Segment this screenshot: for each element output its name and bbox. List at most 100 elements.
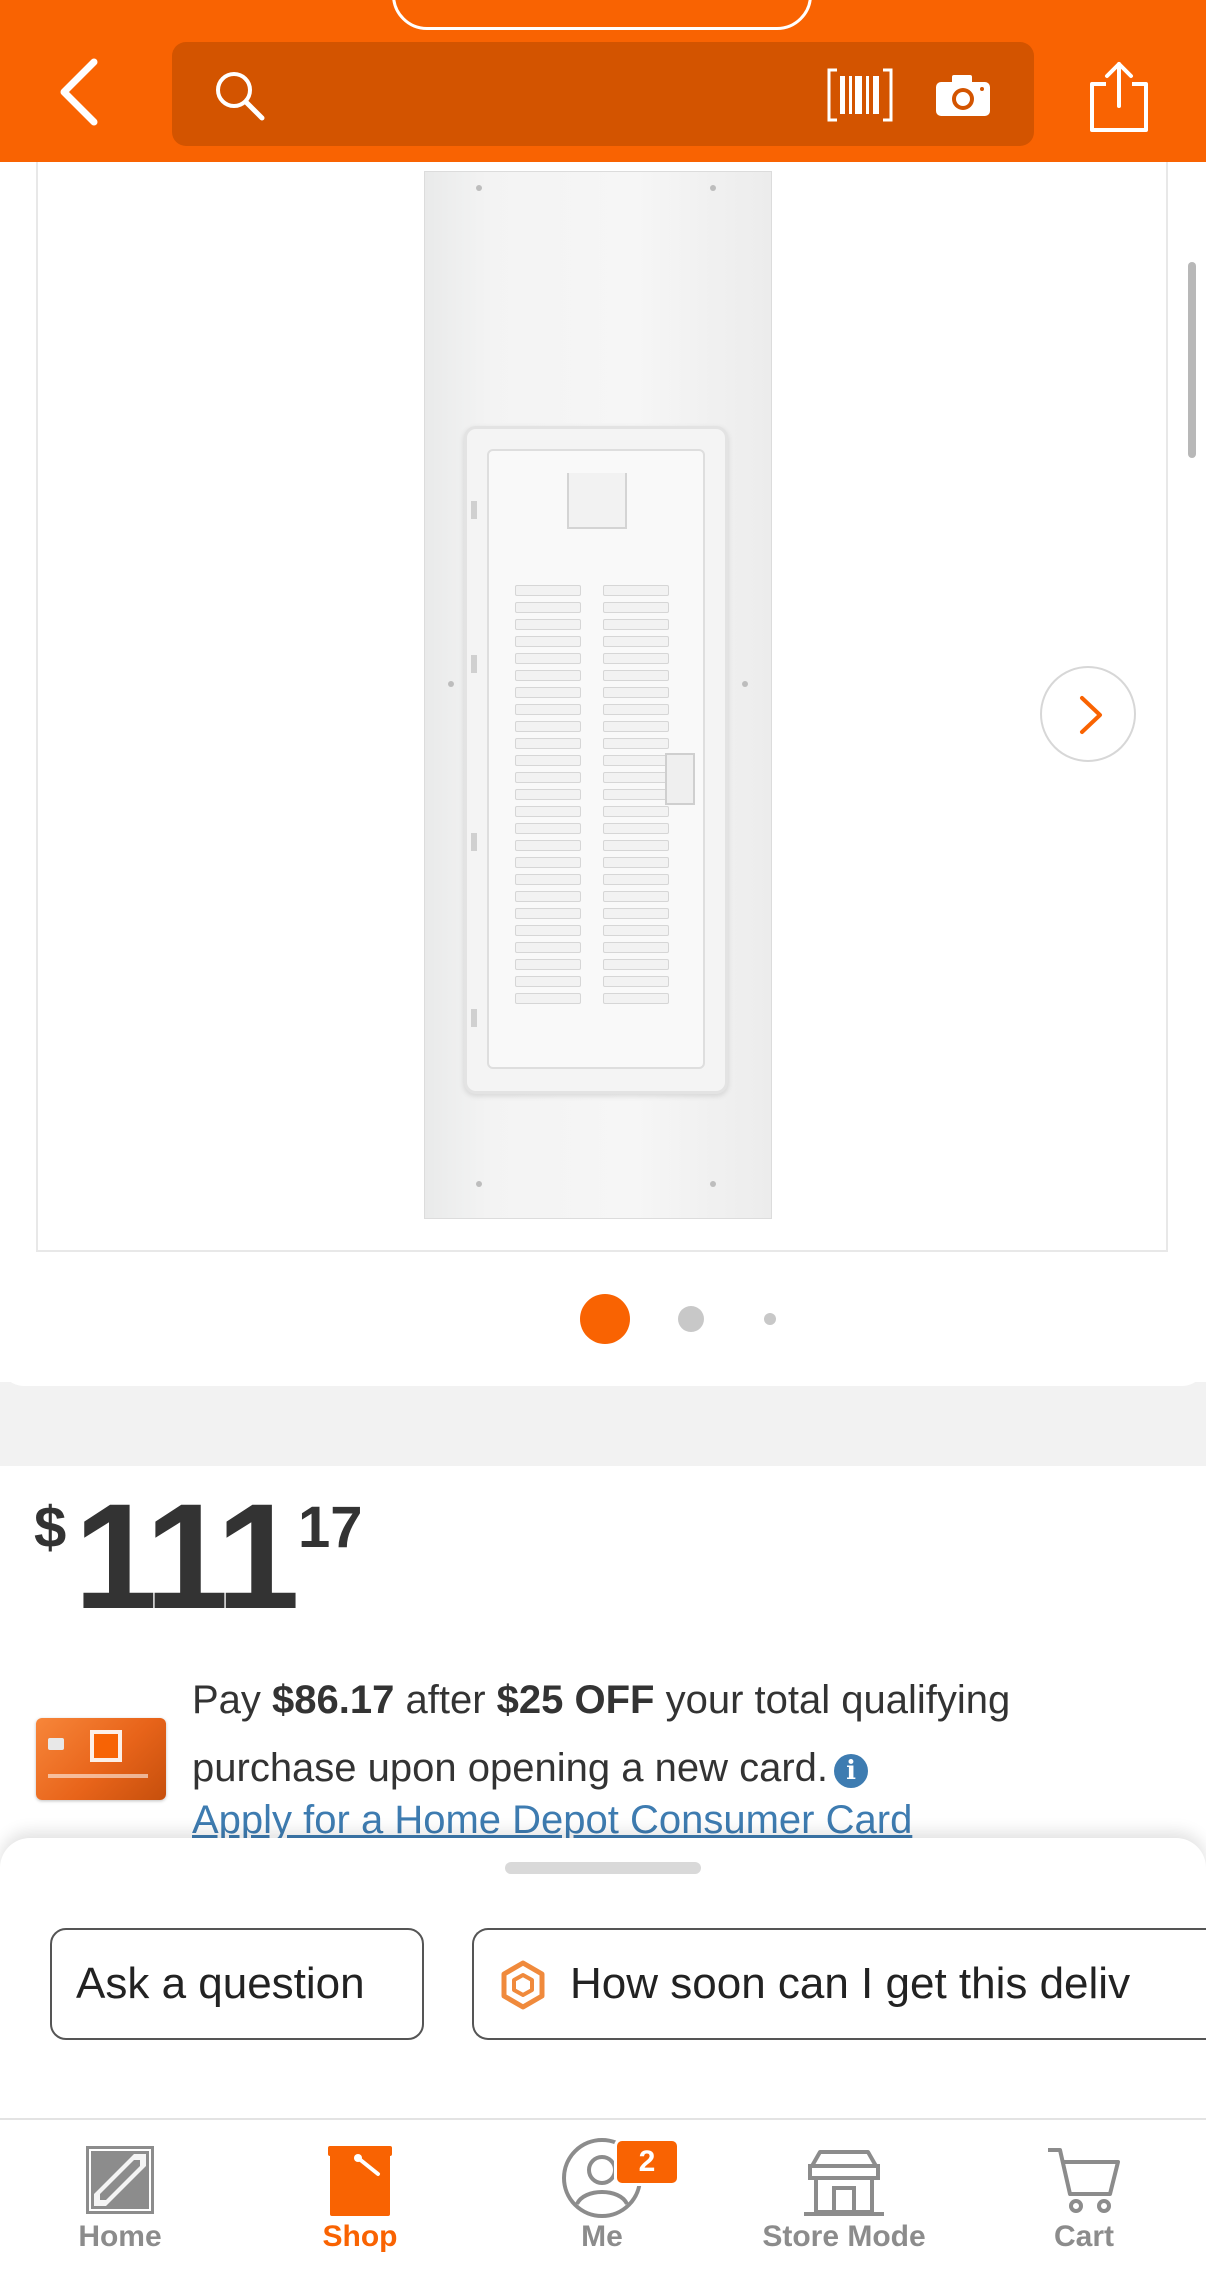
breaker-slot: [603, 636, 669, 647]
price-currency: $: [34, 1495, 67, 1560]
promo-text-pay: Pay: [192, 1678, 273, 1722]
cart-icon: [1048, 2148, 1120, 2213]
breaker-slot: [515, 619, 581, 630]
breaker-slot: [603, 857, 669, 868]
breaker-slot: [515, 976, 581, 987]
breaker-slot: [603, 925, 669, 936]
breaker-slot: [603, 704, 669, 715]
assistant-bottom-sheet: Ask a question How soon can I get this d…: [0, 1838, 1206, 2118]
delivery-question-chip[interactable]: How soon can I get this deliv: [472, 1928, 1206, 2040]
share-icon: [1090, 62, 1148, 132]
next-image-button[interactable]: [1040, 666, 1136, 762]
card-chip: [48, 1738, 64, 1750]
tab-shop[interactable]: Shop: [260, 2120, 460, 2276]
breaker-slot: [603, 874, 669, 885]
tab-cart-label: Cart: [1053, 2220, 1114, 2253]
door-latch: [665, 753, 695, 805]
breaker-slot: [515, 874, 581, 885]
breaker-slot: [515, 959, 581, 970]
product-image[interactable]: [424, 171, 772, 1219]
share-button[interactable]: [1086, 60, 1152, 134]
notification-badge: 2: [614, 2138, 680, 2186]
breaker-slot: [515, 823, 581, 834]
tab-me-label: Me: [581, 2220, 623, 2253]
breaker-slot: [515, 738, 581, 749]
breaker-slot: [515, 942, 581, 953]
back-button[interactable]: [48, 52, 118, 132]
tab-shop-label: Shop: [322, 2220, 398, 2253]
breaker-slot: [603, 585, 669, 596]
card-number-strip: [48, 1774, 148, 1778]
carousel-dots: [0, 1290, 1206, 1344]
scrollbar-thumb[interactable]: [1188, 262, 1196, 458]
info-icon[interactable]: i: [834, 1754, 869, 1788]
panel-door: [464, 426, 728, 1094]
top-pill-button[interactable]: [392, 0, 812, 30]
store-logo-icon: [90, 1730, 122, 1762]
tab-me[interactable]: 2 Me: [502, 2120, 702, 2276]
breaker-slot: [515, 602, 581, 613]
breaker-slot: [603, 908, 669, 919]
breaker-slot: [603, 738, 669, 749]
home-depot-logo-icon: [86, 2146, 154, 2214]
breaker-slot: [515, 908, 581, 919]
promo-discount: $25 OFF: [496, 1678, 655, 1722]
breaker-slots-left: [515, 585, 581, 1021]
search-icon: [216, 72, 265, 121]
door-inner: [487, 449, 705, 1069]
breaker-slot: [603, 976, 669, 987]
breaker-slot: [515, 993, 581, 1004]
breaker-slot: [603, 959, 669, 970]
door-tab: [567, 473, 627, 529]
breaker-slot: [515, 806, 581, 817]
panel-screw: [710, 1181, 716, 1187]
tab-home[interactable]: Home: [20, 2120, 220, 2276]
price-dollars: 111: [74, 1472, 300, 1640]
chevron-right-icon: [1080, 696, 1102, 734]
breaker-slot: [603, 755, 669, 766]
search-input[interactable]: [172, 42, 1034, 146]
ask-question-chip[interactable]: Ask a question: [50, 1928, 424, 2040]
breaker-slot: [603, 670, 669, 681]
bottom-tab-bar: Home Shop 2 Me Store Mode Cart: [0, 2118, 1206, 2274]
breaker-slot: [603, 823, 669, 834]
panel-screw: [476, 185, 482, 191]
panel-screw: [710, 185, 716, 191]
breaker-slot: [515, 840, 581, 851]
breaker-slot: [603, 806, 669, 817]
breaker-slot: [603, 653, 669, 664]
tab-cart[interactable]: Cart: [984, 2120, 1184, 2276]
panel-screw: [476, 1181, 482, 1187]
breaker-slot: [515, 653, 581, 664]
door-hinge: [471, 501, 477, 519]
card-promo-text: Pay $86.17 after $25 OFF your total qual…: [192, 1666, 1152, 1802]
breaker-slot: [603, 602, 669, 613]
carousel-dot[interactable]: [764, 1313, 776, 1325]
shop-bucket-icon: [328, 2146, 392, 2216]
section-divider: [0, 1382, 1206, 1466]
breaker-slot: [515, 857, 581, 868]
panel-screw: [742, 681, 748, 687]
breaker-slot: [603, 993, 669, 1004]
tab-home-label: Home: [78, 2220, 162, 2253]
breaker-slot: [515, 585, 581, 596]
barcode-icon[interactable]: [827, 68, 893, 122]
panel-screw: [448, 681, 454, 687]
breaker-slot: [515, 772, 581, 783]
credit-card-image: [36, 1718, 166, 1800]
sheet-drag-handle[interactable]: [505, 1862, 701, 1874]
breaker-slot: [515, 670, 581, 681]
camera-icon[interactable]: [934, 72, 992, 118]
breaker-slot: [515, 687, 581, 698]
carousel-dot-active[interactable]: [580, 1294, 630, 1344]
apply-card-link[interactable]: Apply for a Home Depot Consumer Card: [192, 1798, 912, 1843]
tab-store-mode[interactable]: Store Mode: [744, 2120, 944, 2276]
breaker-slot: [515, 925, 581, 936]
assistant-hexagon-icon: [501, 1960, 545, 2010]
breaker-slot: [603, 687, 669, 698]
breaker-slot: [515, 636, 581, 647]
promo-sale-price: $86.17: [272, 1678, 395, 1722]
back-icon: [60, 58, 98, 126]
door-hinge: [471, 655, 477, 673]
carousel-dot[interactable]: [678, 1306, 704, 1332]
